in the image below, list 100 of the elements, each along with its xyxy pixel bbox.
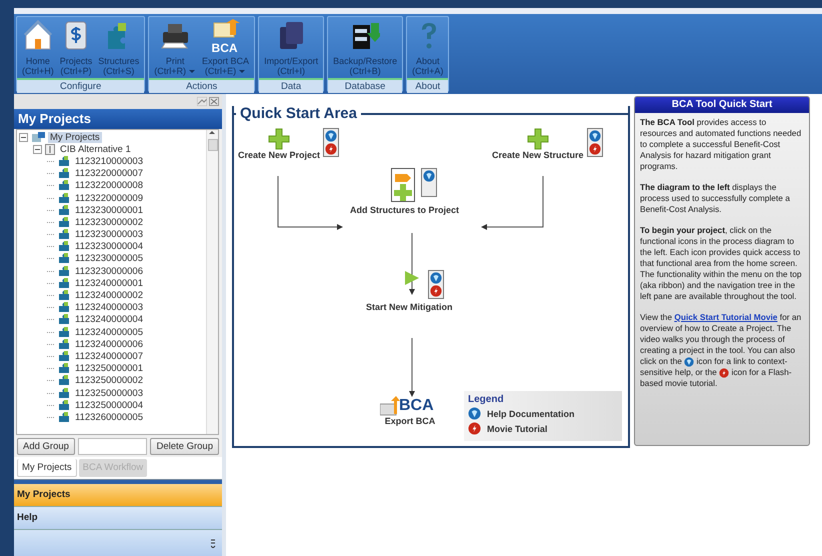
tree-connector-line <box>47 160 55 162</box>
tree-connector-line <box>47 356 55 357</box>
tree-item[interactable]: 1123230000003 <box>73 229 145 240</box>
tree-item[interactable]: CIB Alternative 1 <box>58 144 133 155</box>
tree-connector-line <box>47 282 55 284</box>
dropdown-arrow-icon <box>239 70 246 74</box>
puzzle-icon <box>58 350 70 362</box>
close-icon[interactable] <box>209 97 219 106</box>
ribbon-button[interactable]: BCA Export BCA (Ctrl+E) <box>200 19 252 76</box>
movie-icon[interactable] <box>719 368 730 378</box>
legend-label: Help Documentation <box>487 408 575 418</box>
connector-arrow <box>409 232 415 295</box>
delete-group-button[interactable]: Delete Group <box>150 438 219 454</box>
tree-connector-line <box>47 344 55 345</box>
tree-item[interactable]: 1123260000005 <box>73 412 145 423</box>
connector-arrow <box>409 338 415 397</box>
help-icon[interactable] <box>430 272 442 284</box>
puzzle-icon <box>58 266 70 277</box>
tree-item[interactable]: 1123240000002 <box>73 290 145 302</box>
node-label[interactable]: Add Structures to Project <box>350 205 460 215</box>
tree-item[interactable]: 1123240000006 <box>73 338 145 350</box>
tree-item[interactable]: 1123240000005 <box>73 326 145 338</box>
paragraph: The BCA Tool provides access to resources and automated functions needed to complete a successful Benefit-Cost Analysis for hazard mitigation grant programs. <box>640 117 802 172</box>
scroll-thumb[interactable] <box>208 139 218 151</box>
collapse-icon[interactable] <box>33 144 42 154</box>
puzzle-icon <box>58 314 70 326</box>
tree-item[interactable]: 1123230000006 <box>73 266 145 277</box>
computer-icon <box>31 132 45 143</box>
ribbon-group-label: About <box>407 80 448 93</box>
node-label[interactable]: Create New Project <box>238 150 320 160</box>
tree-connector-line <box>47 380 55 382</box>
add-structures-icon[interactable] <box>390 168 414 202</box>
ribbon-group-label: Configure <box>17 80 144 93</box>
add-group-button[interactable]: Add Group <box>17 438 75 454</box>
tree-item[interactable]: 1123250000001 <box>73 363 145 374</box>
puzzle-icon <box>58 253 70 264</box>
plus-icon[interactable] <box>526 128 549 150</box>
tree-item[interactable]: 1123210000003 <box>73 156 145 167</box>
plus-icon[interactable] <box>268 128 290 150</box>
tree-item[interactable]: 1123240000007 <box>73 350 145 362</box>
help-icon[interactable] <box>684 356 694 367</box>
group-name-field[interactable] <box>78 438 148 454</box>
tree-connector-line <box>47 295 55 296</box>
tree-connector-line <box>47 185 55 186</box>
tree-item[interactable]: 1123230000005 <box>73 253 145 264</box>
tab[interactable]: My Projects <box>17 459 77 477</box>
play-icon[interactable] <box>404 270 420 286</box>
puzzle-icon <box>58 412 70 423</box>
movie-icon[interactable] <box>588 143 601 155</box>
nav-bar-item[interactable]: Help <box>14 507 222 530</box>
tree-item[interactable]: 1123250000003 <box>73 388 145 399</box>
help-icon[interactable] <box>588 130 601 142</box>
collapse-icon[interactable] <box>19 132 28 142</box>
ribbon-group-label: Actions <box>149 80 254 93</box>
node-label[interactable]: Export BCA <box>384 416 436 426</box>
tree-connector-line <box>47 198 55 199</box>
puzzle-icon <box>58 168 70 180</box>
chevron-icon[interactable] <box>211 538 216 548</box>
puzzle-icon <box>58 400 70 411</box>
tree-connector-line <box>47 270 55 272</box>
tree-connector-line <box>47 222 55 223</box>
tree-item[interactable]: 1123230000004 <box>73 241 145 252</box>
document-icon <box>45 144 55 155</box>
tree-item[interactable]: 1123240000004 <box>73 314 145 326</box>
tree-connector-line <box>47 416 55 418</box>
help-icon[interactable] <box>325 130 338 142</box>
tree-connector-line <box>47 258 55 260</box>
movie-icon <box>468 422 481 435</box>
tree-item[interactable]: My Projects <box>48 132 102 143</box>
node-label[interactable]: Create New Structure <box>492 150 584 160</box>
tree-connector-line <box>47 307 55 308</box>
tree-item[interactable]: 1123240000001 <box>73 278 145 289</box>
connector-arrow <box>481 176 544 230</box>
tree-item[interactable]: 1123220000008 <box>73 180 145 192</box>
tree-connector-line <box>47 392 55 394</box>
ribbon-group-label: Data <box>259 80 324 93</box>
pin-icon[interactable] <box>197 97 207 106</box>
puzzle-icon <box>58 204 70 216</box>
tree-item[interactable]: 1123230000002 <box>73 216 145 228</box>
tutorial-link[interactable]: Quick Start Tutorial Movie <box>674 312 778 322</box>
tree-item[interactable]: 1123220000007 <box>73 168 145 180</box>
paragraph: View the Quick Start Tutorial Movie for an overview of how to Create a Project. The video walks you through the process of creating a project in the tool. You can also click on the icon for a link to context-sensitive help, or the icon for a Flash-based movie tutorial. <box>640 312 802 389</box>
tree-item[interactable]: 1123220000009 <box>73 192 145 204</box>
puzzle-icon <box>58 302 70 314</box>
puzzle-icon <box>58 363 70 374</box>
movie-icon[interactable] <box>430 285 442 297</box>
tree-connector-line <box>47 210 55 211</box>
movie-icon[interactable] <box>325 143 338 155</box>
tree-item[interactable]: 1123240000003 <box>73 302 145 314</box>
tree-item[interactable]: 1123230000001 <box>73 204 145 216</box>
scrollbar[interactable] <box>206 130 218 434</box>
tree-connector-line <box>47 234 55 236</box>
tree-item[interactable]: 1123250000004 <box>73 400 145 411</box>
node-label[interactable]: Start New Mitigation <box>366 302 453 312</box>
nav-bar-item[interactable]: My Projects <box>14 484 222 507</box>
legend-title: Legend <box>468 394 505 405</box>
help-icon[interactable] <box>422 170 434 182</box>
section-title: Quick Start Area <box>239 106 358 122</box>
tree-item[interactable]: 1123250000002 <box>73 375 145 386</box>
puzzle-icon <box>58 229 70 240</box>
